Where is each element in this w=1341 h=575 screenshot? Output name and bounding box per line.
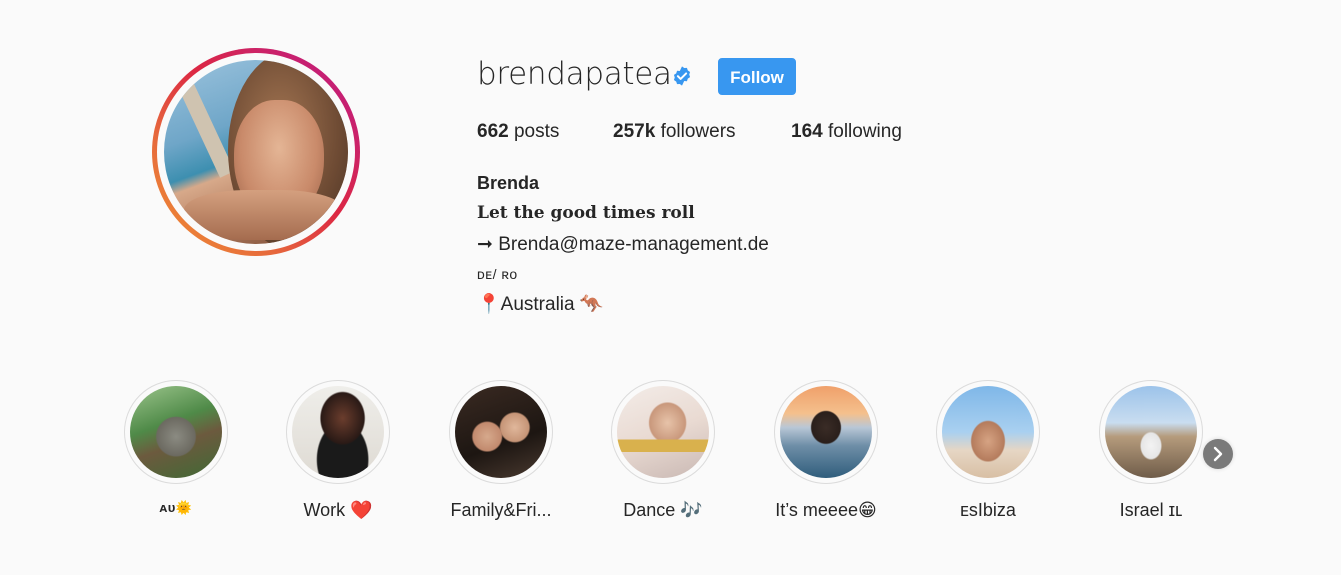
verified-badge-icon [673, 66, 691, 86]
highlight-ring[interactable] [1099, 380, 1203, 484]
highlight-red-carpet-photo [292, 386, 384, 478]
story-highlight[interactable]: It’s meeee😁 [746, 380, 906, 521]
avatar-photo-wood [169, 62, 235, 178]
story-highlight[interactable]: ᴇsIbiza [908, 380, 1068, 521]
bio-location: 📍Australia 🦘 [477, 294, 604, 315]
highlight-israel-photo [1105, 386, 1197, 478]
follow-button[interactable]: Follow [718, 58, 796, 95]
stat-posts: 662 posts [477, 121, 559, 143]
highlight-ring[interactable] [936, 380, 1040, 484]
highlight-label: It’s meeee😁 [775, 500, 877, 520]
bio-languages: ᴅᴇ/ ʀᴏ [477, 266, 518, 282]
profile-username: brendapatea [477, 56, 672, 92]
avatar-border [157, 53, 355, 251]
highlight-sunset-city-photo [780, 386, 872, 478]
highlight-friends-photo [455, 386, 547, 478]
bio-name: Brenda [477, 173, 540, 193]
following-count: 164 [791, 121, 823, 142]
profile-avatar-ring[interactable] [152, 48, 360, 256]
highlight-ring[interactable] [286, 380, 390, 484]
story-highlight[interactable]: Work ❤️ [258, 380, 418, 521]
highlights-next-button[interactable] [1203, 439, 1233, 469]
followers-count: 257k [613, 121, 656, 142]
highlight-label: ᴀᴜ🌞 [159, 500, 193, 515]
highlight-label: Work ❤️ [303, 500, 373, 520]
bio-email: ➞ Brenda@maze-management.de [477, 234, 769, 255]
chevron-right-icon [1213, 446, 1223, 462]
highlight-selfie-photo [617, 386, 709, 478]
highlight-label: Family&Fri... [450, 500, 552, 520]
stat-following[interactable]: 164 following [791, 121, 902, 143]
bio-motto: Let the good times roll [477, 203, 695, 223]
highlight-ring[interactable] [774, 380, 878, 484]
highlight-label: Israel ɪʟ [1119, 500, 1183, 520]
posts-label: posts [513, 121, 560, 142]
avatar-photo-arm [184, 190, 344, 240]
following-label: following [827, 121, 902, 142]
highlight-label: Dance 🎶 [623, 500, 703, 520]
story-highlight[interactable]: Dance 🎶 [583, 380, 743, 521]
highlight-ibiza-photo [942, 386, 1034, 478]
highlight-ring[interactable] [611, 380, 715, 484]
highlight-ring[interactable] [124, 380, 228, 484]
story-highlight[interactable]: Family&Fri... [421, 380, 581, 521]
highlight-ring[interactable] [449, 380, 553, 484]
story-highlight[interactable]: ᴀᴜ🌞 [96, 380, 256, 516]
stat-followers[interactable]: 257k followers [613, 121, 736, 143]
highlight-koala-photo [130, 386, 222, 478]
posts-count: 662 [477, 121, 509, 142]
followers-label: followers [660, 121, 736, 142]
avatar[interactable] [164, 60, 348, 244]
highlight-label: ᴇsIbiza [960, 500, 1016, 520]
